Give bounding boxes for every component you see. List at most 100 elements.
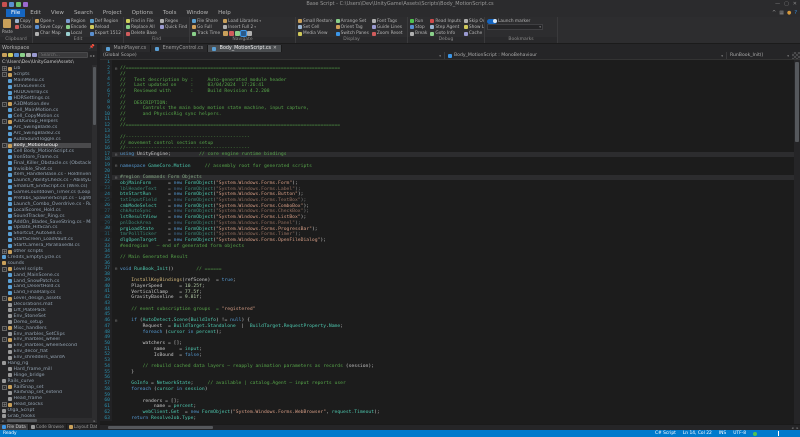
ribbon-tab-window[interactable]: Window [181,9,213,17]
collapse-icon[interactable]: - [2,296,7,302]
close-icon[interactable]: ✕ [273,46,277,51]
nav-back-icon[interactable]: ◂ [89,53,91,58]
tree-item-label: Credits_EmptyCycle.cs [7,254,61,260]
goto-info-button[interactable]: Goto Info [430,31,461,37]
tree-item[interactable]: Launch_AbilityCheck.cs - AbilityList.cs [2,178,91,184]
expand-icon[interactable]: + [2,66,7,72]
code-view[interactable]: 1 2 ⊟//===================================… [100,60,794,424]
close-button[interactable]: ✕ [793,0,797,9]
strip-item-icon[interactable] [223,31,229,37]
ribbon-tab-view[interactable]: View [46,9,69,17]
notifications-icon[interactable]: ● [787,10,791,16]
collapse-icon[interactable]: - [2,143,7,149]
editor-horizontal-scrollbar[interactable]: ◂ ▸ [100,424,800,430]
bookmark-dropdown[interactable]: ▾ [487,24,543,31]
zoom-reset-button[interactable]: Zoom Reset [371,31,403,37]
ribbon-tab-search[interactable]: Search [69,9,98,17]
expand-icon[interactable]: + [2,249,7,255]
search-input[interactable] [38,52,88,58]
delete-base-button[interactable]: Delete Base [126,31,157,37]
doc-icon[interactable] [9,2,14,7]
collapse-icon[interactable]: - [2,325,7,331]
local-icon [65,31,70,36]
cache-results-button[interactable]: Cache Results [463,31,484,37]
strip-item-icon[interactable] [240,30,248,37]
expand-icon[interactable]: + [2,402,7,408]
fold-toggle-icon[interactable]: ⊟ [112,163,120,169]
package-icon[interactable] [23,2,28,7]
run-icon[interactable] [16,2,21,7]
switch-panes-button[interactable]: Switch Panes [335,31,369,37]
strip-item-icon[interactable] [247,31,253,37]
app-icon[interactable] [2,2,7,7]
editor-tab-body-motionscript-cs[interactable]: Body_MotionScript.cs ✕ [208,45,282,52]
tree-item[interactable]: GameCountdown_Timer.cs (Loop.cs) [2,190,91,196]
ribbon-tab-help[interactable]: Help [213,9,236,17]
close-button[interactable]: Close [14,24,32,30]
sidebar-toolbar: ◂▸ [0,51,97,59]
tree-item[interactable]: Launch_Combo_Overdrive.cs - RunsPerSec.c… [2,201,91,207]
tree-item[interactable]: Grab_hooks [2,414,91,418]
fold-toggle-icon[interactable]: ⊟ [112,66,120,72]
collapse-icon[interactable]: - [2,72,7,78]
file-icon [155,46,160,51]
collapse-icon[interactable]: - [2,384,7,390]
ribbon-tab-options[interactable]: Options [127,9,158,17]
sidebar-tab-code-browse[interactable]: Code Browse [29,424,67,430]
sidebar-bottom-tabs: File DataCode BrowseLayout Data◂▸ [0,423,107,430]
layout-grid-icon[interactable]: ▦ [779,10,784,16]
help-icon[interactable]: ? [794,10,797,16]
ribbon-tab-tools[interactable]: Tools [158,9,182,17]
type-dropdown[interactable]: Body_MotionScript : MonoBehaviour ▾ [445,52,727,59]
member-dropdown[interactable]: RunBook_Init() ▾ [727,52,792,59]
save-icon[interactable] [14,52,19,58]
collapse-ribbon-icon[interactable]: ^ [772,10,776,16]
fold-toggle-icon[interactable]: ⊟ [112,266,120,272]
char-map-button[interactable]: Char Map [35,31,63,37]
strip-item-icon[interactable] [229,31,235,37]
track-time-button[interactable]: Track Time [192,31,220,37]
break-button[interactable]: Break [410,31,427,37]
nav-forward-icon[interactable]: ▸ [93,53,95,58]
strip-item-icon[interactable] [235,31,241,37]
tree-item[interactable]: Final_Killer_Obstacle.cs (Obstacle wall) [2,160,91,166]
collapse-icon[interactable]: - [2,119,7,125]
ribbon-tab-project[interactable]: Project [98,9,127,17]
toggle-switch[interactable] [487,18,497,24]
open-folder-icon[interactable] [8,52,13,58]
tree-item[interactable]: StartCamera_ParallaxedB.cs [2,243,91,249]
fold-toggle-icon[interactable]: ⊟ [112,318,120,324]
ribbon-tab-file[interactable]: File [6,9,26,17]
collapse-icon[interactable]: - [2,101,7,107]
collapse-icon[interactable]: - [2,337,7,343]
collapse-icon[interactable]: - [2,266,7,272]
export-1512-button[interactable]: Export 1512 [89,31,121,37]
media-view-button[interactable]: Media View [298,31,333,37]
fold-toggle-icon[interactable]: ⊟ [112,175,120,181]
new-file-icon[interactable] [2,52,7,58]
collapse-all-icon[interactable] [26,52,31,58]
scope-dropdown[interactable]: (Global Scope) ▾ [100,52,445,59]
split-view-button[interactable] [792,52,800,59]
tree-item[interactable]: Prefabs_SpawnerScript.cs - LightMover.cs [2,196,91,202]
filter-icon[interactable] [32,52,37,58]
pin-icon[interactable]: 📌 [89,45,95,50]
tree-vertical-scrollbar[interactable] [92,65,97,418]
paste-button[interactable]: Paste [2,18,13,37]
sidebar-tab-file-data[interactable]: File Data [0,424,29,430]
quick-find-button[interactable]: Quick Find [159,24,187,30]
tree-item-label: Grab_hooks [7,413,36,418]
minimize-button[interactable]: — [775,0,780,9]
fold-toggle-icon[interactable]: ⊟ [112,152,120,158]
ribbon-tab-edit[interactable]: Edit [25,9,46,17]
refresh-icon[interactable] [20,52,25,58]
editor-vertical-scrollbar[interactable] [794,60,800,424]
scroll-right-icon[interactable]: ▸ [795,426,800,430]
local-button[interactable]: Local [65,31,87,37]
tree-item[interactable]: SmallLift_EndScript.cs (Wire.cs) [2,184,91,190]
project-sidebar: Workspace 📌 ◂▸ C:\Users\Dev\UnityGame\As… [0,44,107,430]
editor-tab-mainplayer-cs[interactable]: MainPlayer.cs [102,45,152,52]
editor-tab-enemycontrol-cs[interactable]: EnemyControl.cs [151,45,209,52]
chevron-down-icon: ▾ [539,25,541,30]
maximize-button[interactable]: ▢ [784,0,789,9]
